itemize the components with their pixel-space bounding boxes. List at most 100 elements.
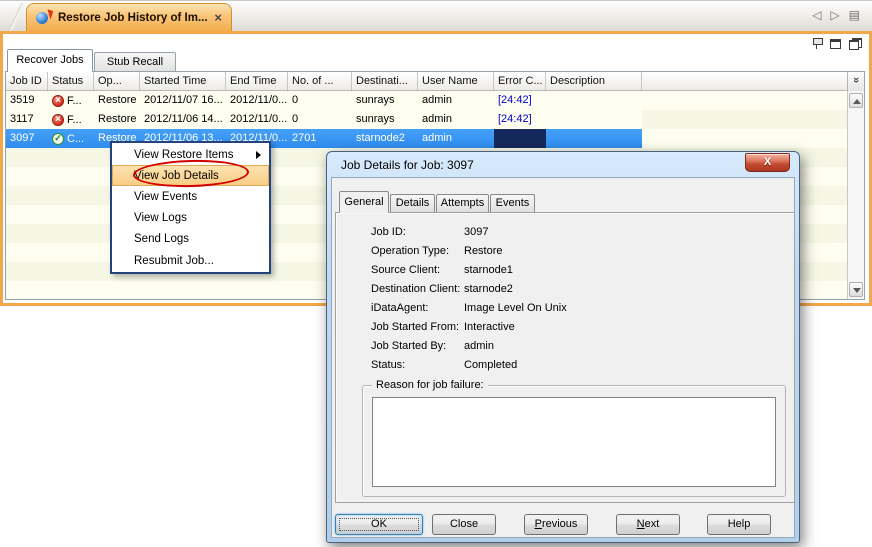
cell-error-code[interactable]: [24:42] — [494, 110, 546, 129]
field-status: Status:Completed — [371, 359, 517, 374]
cell-objects: 0 — [288, 91, 352, 110]
history-forward-icon[interactable]: ▷ — [830, 6, 839, 24]
cell-error-code-focused[interactable] — [494, 129, 546, 148]
failure-reason-textarea[interactable] — [372, 397, 776, 487]
cell-objects: 0 — [288, 110, 352, 129]
menu-item-send-logs[interactable]: Send Logs — [112, 229, 269, 250]
cell-destination: sunrays — [352, 110, 418, 129]
close-button[interactable]: Close — [432, 514, 496, 535]
failure-reason-groupbox: Reason for job failure: — [362, 385, 786, 497]
double-chevron-icon: » — [850, 77, 862, 83]
general-tab-panel: Job ID:3097 Operation Type:Restore Sourc… — [335, 212, 795, 503]
cell-objects: 2701 — [288, 129, 352, 148]
column-header-description[interactable]: Description — [546, 72, 642, 90]
cell-status: F... — [48, 110, 94, 129]
column-header-filler — [642, 72, 864, 90]
field-value: admin — [464, 340, 494, 352]
column-chooser-button[interactable]: » — [847, 72, 864, 91]
dialog-title: Job Details for Job: 3097 — [341, 158, 474, 172]
field-value: Image Level On Unix — [464, 302, 567, 314]
cell-job-id: 3519 — [6, 91, 48, 110]
tab-stub-recall-jobs[interactable]: Stub Recall Jobs — [94, 52, 176, 72]
column-header-operation[interactable]: Op... — [94, 72, 140, 90]
field-value: starnode2 — [464, 283, 513, 295]
help-button[interactable]: Help — [707, 514, 771, 535]
table-row[interactable]: 3117 F... Restore 2012/11/06 14... 2012/… — [6, 110, 642, 129]
dialog-close-icon[interactable]: X — [745, 153, 790, 172]
cell-end-time: 2012/11/0... — [226, 110, 288, 129]
view-menu-icon[interactable]: ▤ — [849, 6, 860, 24]
field-value: Interactive — [464, 321, 515, 333]
cell-description — [546, 110, 642, 129]
completed-status-icon — [52, 133, 64, 145]
cell-end-time: 2012/11/0... — [226, 91, 288, 110]
failed-status-icon — [52, 114, 64, 126]
job-history-icon — [36, 10, 52, 25]
scroll-down-icon[interactable] — [849, 282, 863, 297]
table-header-row: Job ID Status Op... Started Time End Tim… — [6, 72, 864, 91]
cell-status: F... — [48, 91, 94, 110]
cell-job-id: 3097 — [6, 129, 48, 148]
restore-icon[interactable] — [849, 38, 862, 50]
cell-job-id: 3117 — [6, 110, 48, 129]
cell-destination: sunrays — [352, 91, 418, 110]
previous-button[interactable]: Previous — [524, 514, 588, 535]
document-tab-restore-job-history[interactable]: Restore Job History of Im... × — [26, 3, 232, 31]
column-header-error-code[interactable]: Error C... — [494, 72, 546, 90]
failed-status-icon — [52, 95, 64, 107]
column-header-status[interactable]: Status — [48, 72, 94, 90]
table-row[interactable]: 3519 F... Restore 2012/11/07 16... 2012/… — [6, 91, 642, 110]
cell-user-name: admin — [418, 91, 494, 110]
tab-details[interactable]: Details — [390, 194, 435, 213]
cell-user-name: admin — [418, 129, 494, 148]
pin-icon[interactable] — [812, 37, 822, 50]
next-button[interactable]: Next — [616, 514, 680, 535]
field-value: 3097 — [464, 226, 488, 238]
cell-error-code[interactable]: [24:42] — [494, 91, 546, 110]
field-job-started-by: Job Started By:admin — [371, 340, 494, 355]
cell-user-name: admin — [418, 110, 494, 129]
field-operation-type: Operation Type:Restore — [371, 245, 503, 260]
tab-events[interactable]: Events — [490, 194, 535, 213]
column-header-user-name[interactable]: User Name — [418, 72, 494, 90]
column-header-end-time[interactable]: End Time — [226, 72, 288, 90]
failure-reason-label: Reason for job failure: — [372, 379, 488, 391]
ok-button[interactable]: OK — [335, 514, 423, 535]
job-details-dialog: Job Details for Job: 3097 X General Deta… — [326, 151, 800, 543]
submenu-arrow-icon — [256, 151, 261, 159]
column-header-job-id[interactable]: Job ID — [6, 72, 48, 90]
vertical-scrollbar[interactable] — [847, 91, 864, 299]
column-header-objects[interactable]: No. of ... — [288, 72, 352, 90]
document-tab-bar: Restore Job History of Im... × ◁ ▷ ▤ — [0, 1, 872, 31]
tab-attempts[interactable]: Attempts — [436, 194, 489, 213]
tab-close-icon[interactable]: × — [214, 13, 222, 23]
field-job-started-from: Job Started From:Interactive — [371, 321, 515, 336]
column-header-destination[interactable]: Destinati... — [352, 72, 418, 90]
cell-started-time: 2012/11/07 16... — [140, 91, 226, 110]
cell-operation: Restore — [94, 110, 140, 129]
menu-item-resubmit-job[interactable]: Resubmit Job... — [112, 250, 269, 271]
history-back-icon[interactable]: ◁ — [812, 6, 821, 24]
tab-general[interactable]: General — [339, 191, 389, 213]
menu-item-view-events[interactable]: View Events — [112, 186, 269, 207]
tab-recover-jobs[interactable]: Recover Jobs — [7, 49, 93, 72]
cell-started-time: 2012/11/06 14... — [140, 110, 226, 129]
field-destination-client: Destination Client:starnode2 — [371, 283, 513, 298]
maximize-icon[interactable] — [830, 39, 841, 49]
table-row-selected[interactable]: 3097 C... Restore 2012/11/06 13... 2012/… — [6, 129, 642, 148]
column-header-started-time[interactable]: Started Time — [140, 72, 226, 90]
field-job-id: Job ID:3097 — [371, 226, 488, 241]
field-source-client: Source Client:starnode1 — [371, 264, 513, 279]
field-value: Restore — [464, 245, 503, 257]
field-value: starnode1 — [464, 264, 513, 276]
dialog-body: General Details Attempts Events Job ID:3… — [331, 177, 795, 538]
scroll-up-icon[interactable] — [849, 93, 863, 108]
menu-item-view-logs[interactable]: View Logs — [112, 208, 269, 229]
cell-operation: Restore — [94, 91, 140, 110]
cell-description — [546, 91, 642, 110]
field-idataagent: iDataAgent:Image Level On Unix — [371, 302, 567, 317]
cell-status: C... — [48, 129, 94, 148]
field-value: Completed — [464, 359, 517, 371]
document-tab-title: Restore Job History of Im... — [58, 12, 208, 24]
cell-destination: starnode2 — [352, 129, 418, 148]
